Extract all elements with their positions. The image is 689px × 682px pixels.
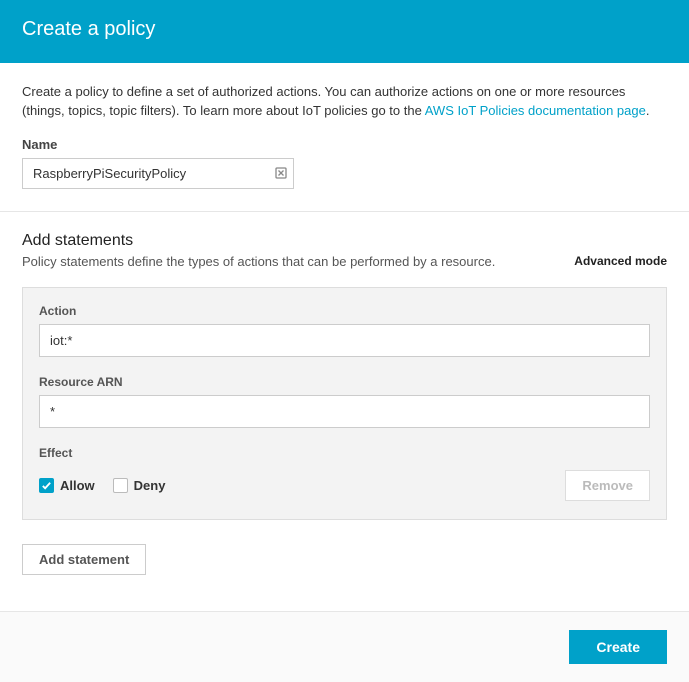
checkbox-icon xyxy=(113,478,128,493)
allow-checkbox[interactable]: Allow xyxy=(39,478,95,493)
statements-section: Add statements Policy statements define … xyxy=(22,212,667,575)
name-input-wrap xyxy=(22,158,294,189)
effect-row: Allow Deny Remove xyxy=(39,470,650,501)
deny-checkbox[interactable]: Deny xyxy=(113,478,166,493)
statement-box: Action Resource ARN Effect Allow xyxy=(22,287,667,520)
create-button[interactable]: Create xyxy=(569,630,667,664)
name-input[interactable] xyxy=(22,158,294,189)
resource-input[interactable] xyxy=(39,395,650,428)
effect-label: Effect xyxy=(39,446,650,460)
resource-label: Resource ARN xyxy=(39,375,650,389)
remove-button[interactable]: Remove xyxy=(565,470,650,501)
page-header: Create a policy xyxy=(0,0,689,63)
intro-after: . xyxy=(646,103,650,118)
statements-description: Policy statements define the types of ac… xyxy=(22,254,495,269)
effect-checks: Allow Deny xyxy=(39,478,165,493)
docs-link[interactable]: AWS IoT Policies documentation page xyxy=(425,103,646,118)
allow-label: Allow xyxy=(60,478,95,493)
main-content: Create a policy to define a set of autho… xyxy=(0,63,689,585)
effect-block: Effect Allow Deny xyxy=(39,446,650,501)
action-label: Action xyxy=(39,304,650,318)
statements-heading: Add statements xyxy=(22,232,133,250)
intro-text: Create a policy to define a set of autho… xyxy=(22,83,667,121)
footer: Create xyxy=(0,611,689,682)
section-head: Add statements xyxy=(22,232,667,250)
clear-icon[interactable] xyxy=(275,167,287,179)
name-label: Name xyxy=(22,137,667,152)
action-input[interactable] xyxy=(39,324,650,357)
checkbox-icon xyxy=(39,478,54,493)
add-statement-button[interactable]: Add statement xyxy=(22,544,146,575)
advanced-mode-link[interactable]: Advanced mode xyxy=(574,254,667,268)
deny-label: Deny xyxy=(134,478,166,493)
page-title: Create a policy xyxy=(22,18,667,41)
